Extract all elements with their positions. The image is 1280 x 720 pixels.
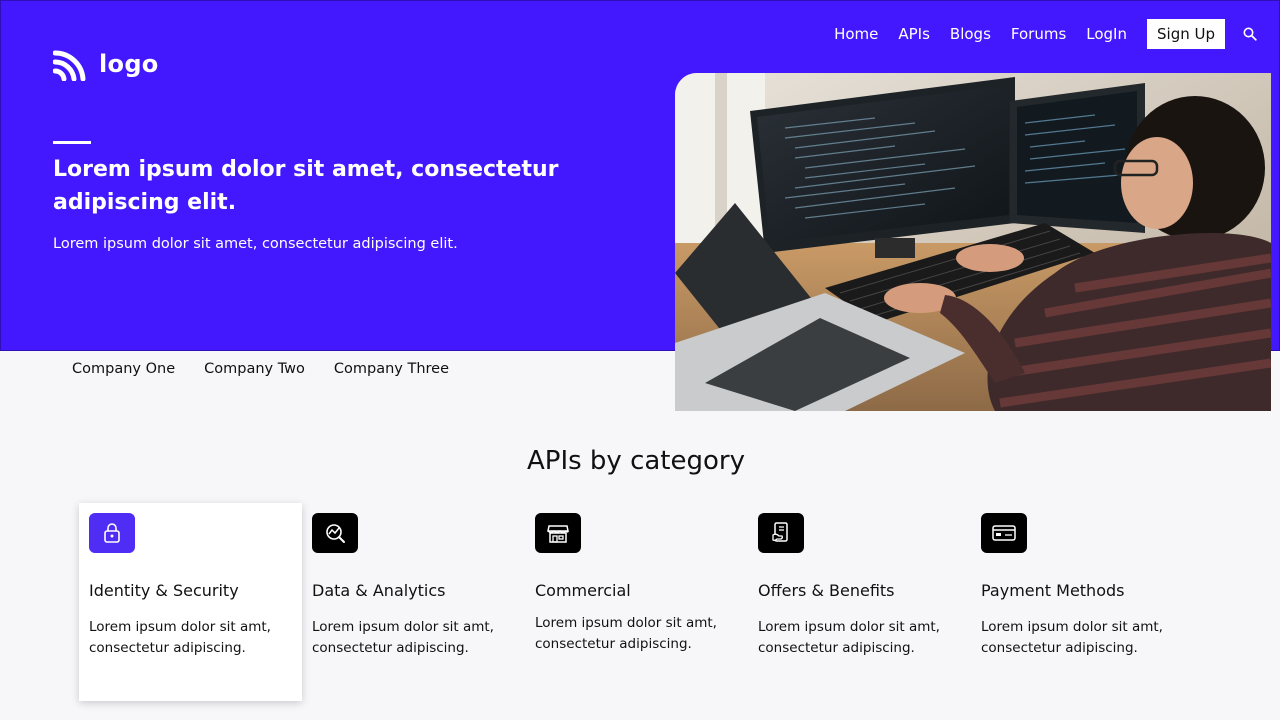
company-list: Company One Company Two Company Three	[72, 361, 449, 377]
nav-home[interactable]: Home	[834, 25, 878, 43]
hero-accent-line	[53, 141, 91, 144]
logo-icon	[53, 50, 86, 81]
card-title: Data & Analytics	[312, 581, 446, 600]
main-nav: Home APIs Blogs Forums LogIn Sign Up	[814, 19, 1257, 49]
lock-icon	[89, 513, 135, 553]
hero-image	[675, 73, 1271, 411]
category-card-data-analytics[interactable]: Data & Analytics Lorem ipsum dolor sit a…	[302, 503, 525, 701]
nav-blogs[interactable]: Blogs	[950, 25, 991, 43]
credit-card-icon	[981, 513, 1027, 553]
nav-forums[interactable]: Forums	[1011, 25, 1066, 43]
analytics-icon	[312, 513, 358, 553]
card-description: Lorem ipsum dolor sit amt, consectetur a…	[89, 619, 271, 656]
hero-subtitle: Lorem ipsum dolor sit amet, consectetur …	[53, 236, 458, 252]
card-title: Payment Methods	[981, 581, 1125, 600]
category-card-identity-security[interactable]: Identity & Security Lorem ipsum dolor si…	[79, 503, 302, 701]
company-name: Company Three	[333, 361, 450, 377]
card-title: Identity & Security	[89, 581, 239, 600]
company-name: Company Two	[204, 361, 305, 377]
card-description: Lorem ipsum dolor sit amt, consectetur a…	[981, 619, 1163, 656]
developer-photo-illustration	[675, 73, 1271, 411]
company-name: Company One	[72, 361, 176, 377]
sign-up-button[interactable]: Sign Up	[1147, 19, 1225, 49]
offer-icon	[758, 513, 804, 553]
logo-text: logo	[99, 50, 159, 78]
section-title: APIs by category	[526, 446, 745, 476]
hero-title: Lorem ipsum dolor sit amet, consectetur …	[53, 157, 559, 215]
card-title: Offers & Benefits	[758, 581, 895, 600]
card-description: Lorem ipsum dolor sit amt, consectetur a…	[535, 615, 717, 652]
nav-apis[interactable]: APIs	[898, 25, 930, 43]
category-card-payment-methods[interactable]: Payment Methods Lorem ipsum dolor sit am…	[971, 503, 1194, 701]
card-description: Lorem ipsum dolor sit amt, consectetur a…	[758, 619, 940, 656]
nav-login[interactable]: LogIn	[1086, 25, 1127, 43]
store-icon	[535, 513, 581, 553]
card-title: Commercial	[535, 581, 631, 600]
logo[interactable]: logo	[53, 47, 159, 81]
search-icon[interactable]	[1243, 27, 1257, 41]
card-description: Lorem ipsum dolor sit amt, consectetur a…	[312, 619, 494, 656]
category-cards: Identity & Security Lorem ipsum dolor si…	[79, 503, 1194, 701]
category-card-offers-benefits[interactable]: Offers & Benefits Lorem ipsum dolor sit …	[748, 503, 971, 701]
category-card-commercial[interactable]: Commercial Lorem ipsum dolor sit amt, co…	[525, 503, 748, 701]
